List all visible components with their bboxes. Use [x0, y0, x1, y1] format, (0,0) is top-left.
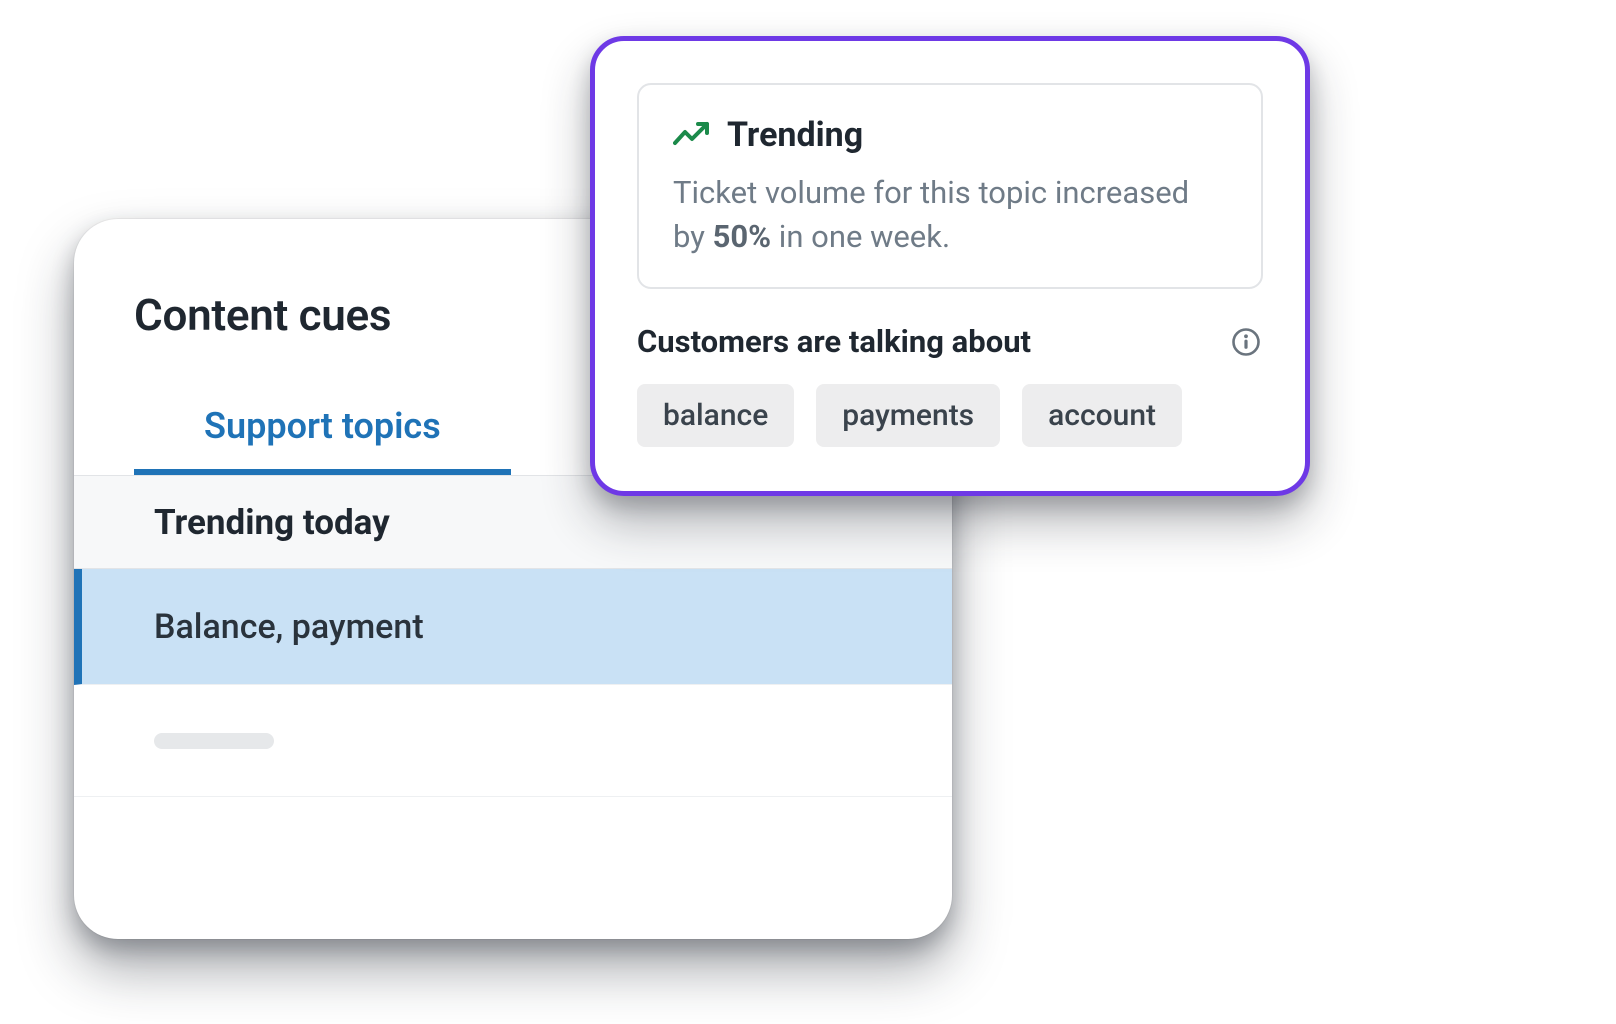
topic-pill-account[interactable]: account [1022, 384, 1182, 447]
skeleton-line [154, 733, 274, 749]
section-header-label: Trending today [154, 502, 390, 543]
trending-callout-title: Trending [727, 115, 863, 155]
topic-row-balance-payment[interactable]: Balance, payment [74, 569, 952, 685]
topic-row-label: Balance, payment [154, 607, 424, 647]
trending-popover: Trending Ticket volume for this topic in… [590, 36, 1310, 496]
topic-pill-balance[interactable]: balance [637, 384, 794, 447]
topic-pill-list: balance payments account [637, 384, 1263, 447]
trending-callout-body: Ticket volume for this topic increased b… [673, 171, 1227, 259]
trending-up-icon [673, 121, 709, 149]
topic-row-placeholder [74, 685, 952, 797]
talking-about-heading: Customers are talking about [637, 323, 1031, 360]
trending-body-post: in one week. [771, 218, 950, 255]
tab-support-topics[interactable]: Support topics [134, 383, 511, 475]
trending-body-strong: 50% [713, 218, 772, 255]
trending-callout: Trending Ticket volume for this topic in… [637, 83, 1263, 289]
info-icon[interactable] [1229, 325, 1263, 359]
topic-pill-payments[interactable]: payments [816, 384, 1000, 447]
